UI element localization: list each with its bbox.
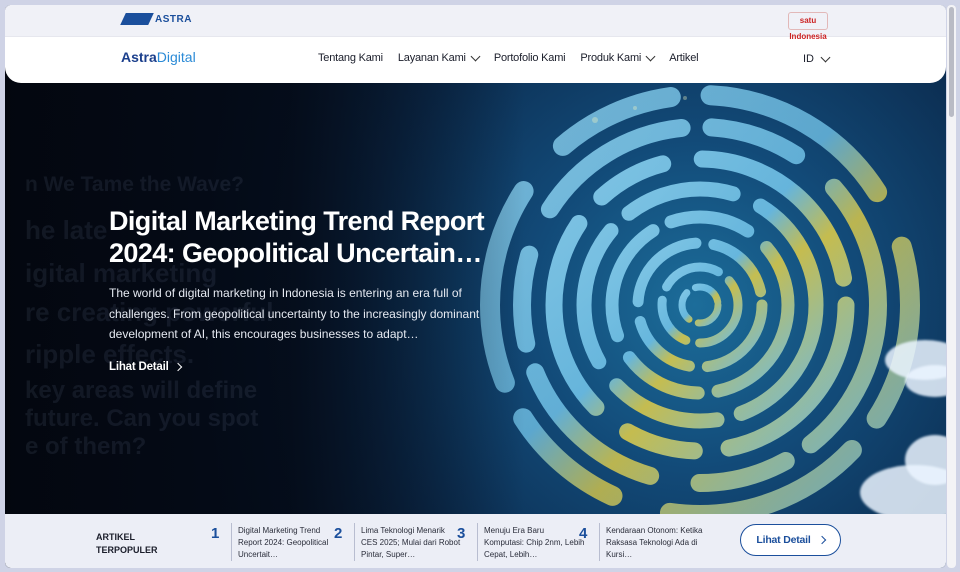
nav-item-label: Produk Kami: [580, 52, 642, 64]
hero-title: Digital Marketing Trend Report 2024: Geo…: [109, 206, 485, 268]
article-title: Menuju Era Baru Komputasi: Chip 2nm, Leb…: [477, 523, 585, 561]
chevron-right-icon: [173, 362, 182, 372]
spiral-artwork: [480, 85, 920, 520]
page-scrollbar[interactable]: [947, 5, 956, 568]
popular-detail-button[interactable]: Lihat Detail: [740, 524, 841, 556]
background-text: e of them?: [25, 433, 147, 460]
popular-articles-heading: ARTIKEL TERPOPULER: [96, 531, 158, 557]
nav-item-portofolio-kami[interactable]: Portofolio Kami: [494, 52, 566, 64]
article-title: Lima Teknologi Menarik CES 2025; Mulai d…: [354, 523, 462, 561]
nav-item-artikel[interactable]: Artikel: [669, 52, 698, 64]
nav-item-tentang-kami[interactable]: Tentang Kami: [318, 52, 383, 64]
nav-item-label: Artikel: [669, 52, 699, 64]
popular-article-4[interactable]: 4 Kendaraan Otonom: Ketika Raksasa Tekno…: [579, 523, 707, 563]
background-text: n We Tame the Wave?: [25, 173, 244, 196]
background-text: future. Can you spot: [25, 405, 259, 432]
astra-logo-mark-icon: [120, 13, 154, 25]
language-label: ID: [803, 53, 814, 65]
browser-viewport: n We Tame the Wave? he late igital marke…: [5, 5, 946, 568]
popular-articles-bar: ARTIKEL TERPOPULER 1 Digital Marketing T…: [5, 514, 946, 568]
article-title: Kendaraan Otonom: Ketika Raksasa Teknolo…: [599, 523, 707, 561]
heading-line: ARTIKEL: [96, 532, 135, 542]
article-rank: 4: [579, 525, 588, 542]
detail-button-label: Lihat Detail: [756, 534, 811, 546]
heading-line: TERPOPULER: [96, 545, 158, 555]
chevron-right-icon: [817, 535, 826, 545]
article-rank: 3: [457, 525, 466, 542]
article-rank: 1: [211, 525, 220, 542]
language-selector[interactable]: ID: [803, 52, 831, 65]
hero-detail-label: Lihat Detail: [109, 361, 169, 373]
satu-indonesia-logo[interactable]: satu Indonesia: [788, 12, 828, 41]
chevron-down-icon: [820, 52, 831, 62]
scrollbar-thumb[interactable]: [949, 7, 954, 117]
nav-item-label: Tentang Kami: [318, 52, 383, 64]
hero-detail-link[interactable]: Lihat Detail: [109, 361, 182, 373]
article-rank: 2: [334, 525, 343, 542]
astra-logo-label: ASTRA: [155, 13, 192, 25]
popular-article-1[interactable]: 1 Digital Marketing Trend Report 2024: G…: [211, 523, 339, 563]
nav-item-label: Portofolio Kami: [493, 52, 566, 64]
background-text: key areas will define: [25, 377, 258, 404]
astra-digital-logo[interactable]: AstraDigital: [121, 49, 196, 65]
brand-name-main: Astra: [121, 49, 157, 65]
nav-item-label: Layanan Kami: [397, 52, 466, 64]
brand-name-sub: Digital: [156, 49, 196, 65]
background-text: he late: [25, 215, 108, 245]
hero-description: The world of digital marketing in Indone…: [109, 286, 480, 341]
popular-article-3[interactable]: 3 Menuju Era Baru Komputasi: Chip 2nm, L…: [457, 523, 585, 563]
main-nav: Tentang Kami Layanan Kami Portofolio Kam…: [318, 51, 699, 64]
popular-article-2[interactable]: 2 Lima Teknologi Menarik CES 2025; Mulai…: [334, 523, 462, 563]
article-title: Digital Marketing Trend Report 2024: Geo…: [231, 523, 339, 561]
nav-item-layanan-kami[interactable]: Layanan Kami: [397, 51, 481, 64]
site-header: ASTRA satu Indonesia AstraDigital Tentan…: [5, 5, 946, 83]
chevron-down-icon: [470, 51, 481, 61]
chevron-down-icon: [645, 51, 656, 61]
astra-logo[interactable]: ASTRA: [120, 13, 192, 25]
nav-item-produk-kami[interactable]: Produk Kami: [580, 51, 656, 64]
